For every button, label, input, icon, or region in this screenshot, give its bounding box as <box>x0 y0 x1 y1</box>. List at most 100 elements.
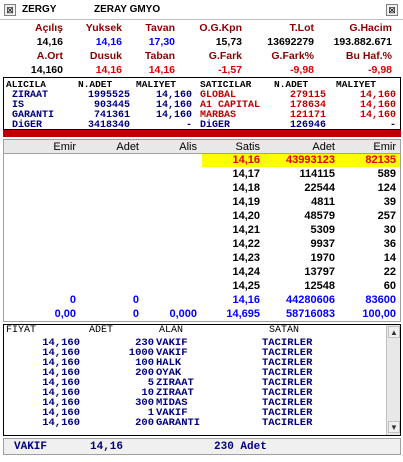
depth-qty: 5309 <box>310 224 335 236</box>
depth-orders: 124 <box>377 182 396 194</box>
value-og-kpn: 15,73 <box>215 36 242 48</box>
depth-row[interactable]: 14,22 9937 36 <box>4 238 400 251</box>
label-t-lot: T.Lot <box>289 22 315 34</box>
depth-header-adet: Adet <box>116 141 139 153</box>
depth-row[interactable]: 14,19 4811 39 <box>4 196 400 209</box>
trades-scrollbar[interactable]: ▲ ▼ <box>386 325 400 435</box>
trades-list[interactable]: FIYAT ADET ALAN SATAN 14,160 230 VAKIF T… <box>3 324 401 436</box>
scroll-up-icon[interactable]: ▲ <box>388 326 400 338</box>
depth-header-emir-sell: Emir <box>373 141 396 153</box>
depth-row[interactable]: 14,16 43993123 82135 <box>4 154 400 167</box>
depth-row[interactable]: 14,17 114115 589 <box>4 168 400 181</box>
value-g-hacim: 193.882.671 <box>333 36 392 48</box>
status-qty: 230 Adet <box>214 441 267 453</box>
depth-qty: 114115 <box>299 168 336 180</box>
label-g-hacim: G.Hacim <box>349 22 392 34</box>
depth-row[interactable]: 14,18 22544 124 <box>4 182 400 195</box>
separator-bar <box>3 130 401 137</box>
avg-alis: 0,000 <box>169 308 197 320</box>
depth-orders: 22 <box>383 266 396 278</box>
depth-qty: 4811 <box>311 196 335 208</box>
label-g-fark-pct: G.Fark% <box>271 50 314 62</box>
trade-row[interactable]: 14,160 1000 VAKIF TACIRLER <box>4 347 386 359</box>
trades-header-price: FIYAT <box>6 325 37 336</box>
summary-labels-row2: A.Ort Dusuk Taban G.Fark G.Fark% Bu Haf.… <box>0 50 403 63</box>
broker-header-buy-cost: MALIYET <box>136 79 176 90</box>
depth-row[interactable]: 14,21 5309 30 <box>4 224 400 237</box>
summary-values-row2: 14,160 14,16 14,16 -1,57 -9,98 -9,98 <box>0 64 403 77</box>
trade-row[interactable]: 14,160 300 MIDAS TACIRLER <box>4 397 386 409</box>
depth-price: 14,18 <box>232 182 260 194</box>
window-name: ZERAY GMYO <box>94 4 161 15</box>
label-bu-haf: Bu Haf.% <box>345 50 392 62</box>
depth-qty: 13797 <box>304 266 335 278</box>
broker-header-sell-qty: N.ADET <box>274 79 309 90</box>
trade-row[interactable]: 14,160 100 HALK TACIRLER <box>4 357 386 369</box>
trade-row[interactable]: 14,160 1 VAKIF TACIRLER <box>4 407 386 419</box>
broker-header-sell-cost: MALIYET <box>336 79 376 90</box>
broker-header-buy-qty: N.ADET <box>78 79 113 90</box>
label-tavan: Tavan <box>145 22 175 34</box>
avg-emir-sell: 100,00 <box>362 308 396 320</box>
total-emir-sell: 83600 <box>365 294 396 306</box>
depth-average-row: 0,00 0 0,000 14,695 58716083 100,00 <box>4 308 400 321</box>
trades-header-qty: ADET <box>89 325 114 336</box>
label-a-ort: A.Ort <box>36 50 63 62</box>
label-yuksek: Yuksek <box>85 22 122 34</box>
label-og-kpn: O.G.Kpn <box>199 22 242 34</box>
total-adet-sell: 44280606 <box>286 294 335 306</box>
depth-row[interactable]: 14,25 12548 60 <box>4 280 400 293</box>
broker-row[interactable]: GARANTI 741361 14,160 MARBAS 121171 14,1… <box>4 110 400 121</box>
depth-orders: 82135 <box>365 154 396 166</box>
trade-qty: 200 <box>135 417 154 429</box>
value-t-lot: 13692279 <box>267 36 314 48</box>
depth-qty: 43993123 <box>286 154 335 166</box>
status-bar: VAKIF 14,16 230 Adet <box>3 438 401 455</box>
broker-row[interactable]: IS 903445 14,160 A1 CAPITAL 178634 14,16… <box>4 100 400 111</box>
summary-labels-row1: Açılış Yuksek Tavan O.G.Kpn T.Lot G.Haci… <box>0 22 403 35</box>
depth-price: 14,22 <box>232 238 260 250</box>
close-icon[interactable]: ⊠ <box>386 4 398 16</box>
value-taban: 14,16 <box>148 64 175 76</box>
value-a-ort: 14,160 <box>30 64 63 76</box>
broker-row[interactable]: DiGER 3418340 - DiGER 126946 - <box>4 120 400 131</box>
depth-qty: 9937 <box>310 238 335 250</box>
trade-row[interactable]: 14,160 5 ZIRAAT TACIRLER <box>4 377 386 389</box>
window-icon[interactable]: ⊠ <box>4 4 16 16</box>
status-price: 14,16 <box>90 441 124 453</box>
depth-row[interactable]: 14,20 48579 257 <box>4 210 400 223</box>
depth-orders: 14 <box>383 252 396 264</box>
scroll-down-icon[interactable]: ▼ <box>388 421 400 433</box>
value-dusuk: 14,16 <box>95 64 122 76</box>
avg-emir: 0,00 <box>54 308 76 320</box>
depth-orders: 36 <box>383 238 396 250</box>
depth-orders: 257 <box>377 210 396 222</box>
depth-header-alis: Alis <box>179 141 197 153</box>
depth-price: 14,17 <box>232 168 260 180</box>
avg-adet: 0 <box>132 308 139 320</box>
depth-row[interactable]: 14,24 13797 22 <box>4 266 400 279</box>
window-symbol: ZERGY <box>22 4 57 15</box>
depth-price: 14,16 <box>232 154 260 166</box>
label-taban: Taban <box>144 50 175 62</box>
value-yuksek: 14,16 <box>95 36 122 48</box>
depth-total-row: 0 0 14,16 44280606 83600 <box>4 294 400 307</box>
label-g-fark: G.Fark <box>208 50 242 62</box>
trade-row[interactable]: 14,160 230 VAKIF TACIRLER <box>4 337 386 349</box>
trades-header-buyer: ALAN <box>159 325 184 336</box>
trades-header-seller: SATAN <box>269 325 300 336</box>
depth-row[interactable]: 14,23 1970 14 <box>4 252 400 265</box>
depth-price: 14,25 <box>232 280 260 292</box>
depth-qty: 12548 <box>304 280 335 292</box>
trade-row[interactable]: 14,160 200 GARANTI TACIRLER <box>4 417 386 429</box>
trade-row[interactable]: 14,160 200 OYAK TACIRLER <box>4 367 386 379</box>
avg-adet-sell: 58716083 <box>286 308 335 320</box>
trade-row[interactable]: 14,160 10 ZIRAAT TACIRLER <box>4 387 386 399</box>
value-g-fark-pct: -9,98 <box>290 64 314 76</box>
depth-header-satis: Satis <box>235 141 260 153</box>
value-acilis: 14,16 <box>36 36 63 48</box>
broker-row[interactable]: ZIRAAT 1995525 14,160 GLOBAL 279115 14,1… <box>4 90 400 101</box>
depth-qty: 1970 <box>310 252 335 264</box>
label-dusuk: Dusuk <box>89 50 122 62</box>
total-satis: 14,16 <box>232 294 260 306</box>
